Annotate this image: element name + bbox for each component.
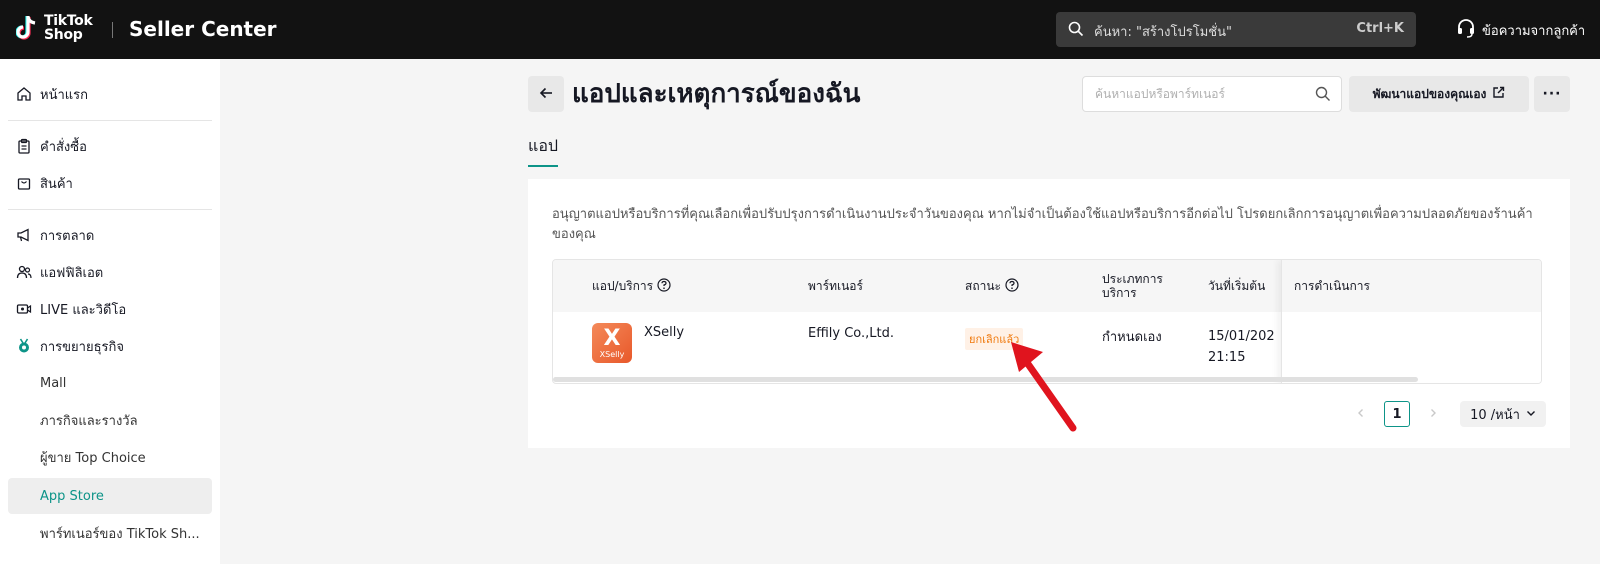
medal-icon	[16, 338, 32, 354]
video-camera-icon	[16, 301, 32, 317]
sidebar-item-top-choice[interactable]: ผู้ขาย Top Choice	[8, 439, 212, 475]
sidebar-item-growth[interactable]: การขยายธุรกิจ	[8, 328, 212, 364]
help-circle-icon[interactable]	[1001, 277, 1019, 295]
column-header-status: สถานะ	[965, 260, 1019, 312]
chevron-down-icon	[1520, 407, 1536, 422]
chevron-left-icon	[1356, 407, 1366, 422]
tiktok-logo-icon	[15, 14, 38, 42]
column-header-service-type-line2: บริการ	[1102, 286, 1137, 300]
apps-description: อนุญาตแอปหรือบริการที่คุณเลือกเพื่อปรับป…	[552, 207, 1533, 242]
column-header-service-type: ประเภทการ บริการ	[1102, 260, 1163, 312]
develop-own-app-label: พัฒนาแอปของคุณเอง	[1372, 86, 1487, 101]
page-size-value: 10 /หน้า	[1470, 407, 1520, 423]
app-title: Seller Center	[129, 17, 277, 41]
column-header-partner: พาร์ทเนอร์	[808, 279, 863, 293]
tab-apps[interactable]: แอป	[528, 134, 559, 167]
logo-text-tiktok: TikTok	[44, 13, 93, 29]
sidebar-item-label: App Store	[40, 488, 104, 504]
customer-messages-label: ข้อความจากลูกค้า	[1482, 23, 1586, 39]
app-logo-letter: X	[603, 325, 621, 351]
service-type: กำหนดเอง	[1102, 330, 1162, 345]
column-header-app: แอป/บริการ	[592, 260, 671, 312]
sidebar: หน้าแรก คำสั่งซื้อ สินค้า การตลาด แอฟฟิล…	[0, 59, 220, 564]
sidebar-item-app-store[interactable]: App Store	[8, 478, 212, 514]
external-link-icon	[1486, 86, 1505, 102]
tiktok-shop-logo[interactable]: TikTok Shop	[15, 13, 93, 43]
sidebar-item-label: ผู้ขาย Top Choice	[40, 450, 146, 466]
pagination-prev-button[interactable]	[1348, 401, 1374, 427]
sidebar-item-label: ภารกิจและรางวัล	[40, 413, 138, 429]
app-name[interactable]: XSelly	[644, 325, 684, 340]
users-icon	[16, 264, 32, 280]
back-button[interactable]	[528, 76, 564, 112]
xselly-app-logo: X XSelly	[592, 323, 632, 363]
sidebar-item-affiliate[interactable]: แอฟฟิลิเอต	[8, 254, 212, 290]
top-bar: TikTok Shop Seller Center ค้นหา: "สร้างโ…	[0, 0, 1600, 59]
search-icon	[1068, 21, 1084, 37]
page-title: แอปและเหตุการณ์ของฉัน	[572, 79, 861, 109]
sidebar-item-label: พาร์ทเนอร์ของ TikTok Sh...	[40, 526, 200, 542]
megaphone-icon	[16, 227, 32, 243]
app-logo-text: XSelly	[599, 349, 625, 359]
page-size-select[interactable]: 10 /หน้า	[1460, 401, 1546, 427]
sidebar-item-label: หน้าแรก	[40, 87, 88, 103]
app-search-field[interactable]	[1082, 76, 1342, 112]
start-time: 21:15	[1208, 350, 1246, 365]
column-header-app-label: แอป/บริการ	[592, 279, 654, 293]
column-header-actions: การดำเนินการ	[1282, 260, 1541, 312]
logo-text-shop: Shop	[44, 27, 83, 43]
chevron-right-icon	[1428, 407, 1438, 422]
customer-messages-link[interactable]: ข้อความจากลูกค้า	[1456, 18, 1585, 42]
annotation-arrow-icon	[1011, 342, 1077, 432]
sidebar-item-home[interactable]: หน้าแรก	[8, 76, 212, 112]
sidebar-item-products[interactable]: สินค้า	[8, 165, 212, 201]
actions-column: การดำเนินการ	[1281, 260, 1541, 383]
arrow-left-icon	[539, 85, 553, 104]
home-icon	[16, 86, 32, 102]
clipboard-icon	[16, 138, 32, 154]
table-horizontal-scrollbar[interactable]	[553, 377, 1418, 382]
sidebar-item-label: แอฟฟิลิเอต	[40, 265, 104, 281]
sidebar-divider	[8, 209, 212, 210]
column-header-start-date: วันที่เริ่มต้น	[1208, 279, 1266, 293]
column-header-status-label: สถานะ	[965, 279, 1001, 293]
develop-own-app-button[interactable]: พัฒนาแอปของคุณเอง	[1349, 76, 1529, 112]
sidebar-item-label: LIVE และวิดีโอ	[40, 302, 127, 318]
sidebar-item-label: คำสั่งซื้อ	[40, 139, 87, 155]
search-shortcut-hint: Ctrl+K	[1356, 21, 1404, 36]
global-search-bar[interactable]: ค้นหา: "สร้างโปรโมชั่น" Ctrl+K	[1056, 12, 1416, 47]
headset-icon	[1456, 18, 1482, 42]
app-search-input[interactable]	[1083, 77, 1303, 111]
sidebar-item-partners[interactable]: พาร์ทเนอร์ของ TikTok Sh...	[8, 515, 212, 551]
more-dots-icon: ···	[1542, 86, 1562, 102]
sidebar-item-orders[interactable]: คำสั่งซื้อ	[8, 128, 212, 164]
sidebar-item-live-video[interactable]: LIVE และวิดีโอ	[8, 291, 212, 327]
shopping-bag-icon	[16, 175, 32, 191]
sidebar-item-label: สินค้า	[40, 176, 73, 192]
partner-name: Effily Co.,Ltd.	[808, 326, 895, 341]
pagination-next-button[interactable]	[1420, 401, 1446, 427]
global-search-placeholder: ค้นหา: "สร้างโปรโมชั่น"	[1094, 25, 1232, 40]
sidebar-item-label: การตลาด	[40, 228, 95, 244]
sidebar-item-label: การขยายธุรกิจ	[40, 339, 124, 355]
search-icon[interactable]	[1315, 86, 1331, 106]
sidebar-item-mall[interactable]: Mall	[8, 365, 212, 401]
help-circle-icon[interactable]	[653, 277, 671, 295]
sidebar-divider	[8, 120, 212, 121]
sidebar-item-missions[interactable]: ภารกิจและรางวัล	[8, 402, 212, 438]
column-header-service-type-line1: ประเภทการ	[1102, 272, 1163, 286]
logo-divider	[112, 22, 113, 38]
start-date: 15/01/202	[1208, 329, 1275, 344]
pagination-page-1[interactable]: 1	[1384, 401, 1410, 427]
more-options-button[interactable]: ···	[1534, 76, 1570, 112]
start-date-cell: 15/01/202 21:15	[1208, 326, 1275, 368]
sidebar-item-label: Mall	[40, 375, 67, 391]
sidebar-item-marketing[interactable]: การตลาด	[8, 217, 212, 253]
